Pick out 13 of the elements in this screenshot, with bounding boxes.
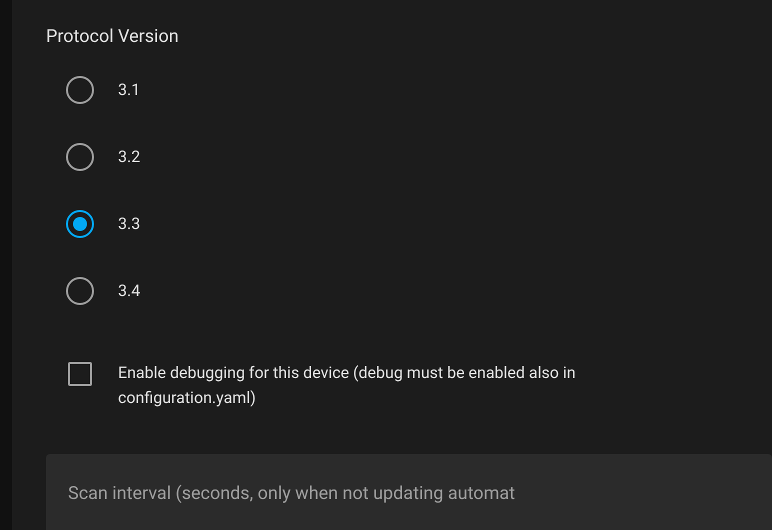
field-label: Scan interval (seconds, only when not updating automat: [68, 483, 516, 504]
radio-button[interactable]: [66, 276, 94, 304]
section-title: Protocol Version: [46, 26, 180, 48]
checkbox-label: Enable debugging for this device (debug must be enabled also in configuration.yaml): [118, 362, 577, 409]
radio-label: 3.4: [118, 280, 140, 302]
radio-label: 3.1: [118, 78, 140, 100]
radio-button[interactable]: [66, 210, 94, 238]
radio-label: 3.3: [118, 212, 140, 234]
radio-label: 3.2: [118, 146, 140, 168]
input-field[interactable]: Scan interval (seconds, only when not updating automat: [46, 454, 772, 530]
radio-button[interactable]: [66, 142, 94, 170]
checkbox[interactable]: [68, 362, 92, 386]
radio-button[interactable]: [66, 76, 94, 104]
